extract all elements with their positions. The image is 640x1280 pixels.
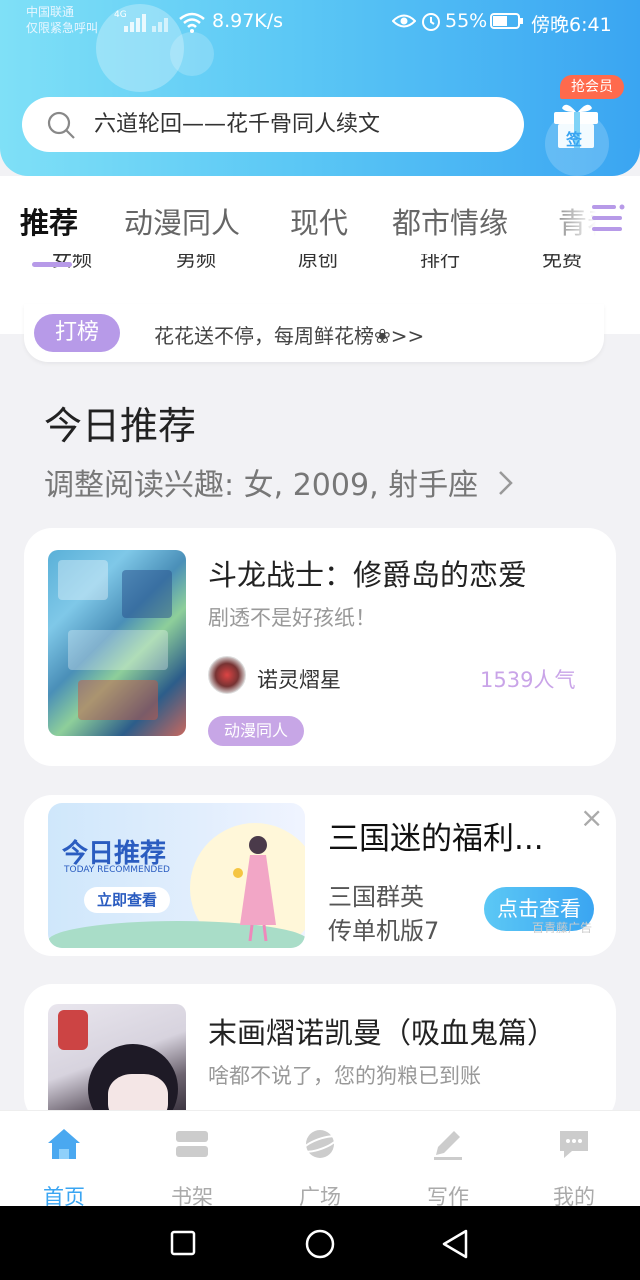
popularity-count: 1539人气: [480, 668, 576, 692]
interest-settings-link[interactable]: 调整阅读兴趣: 女, 2009, 射手座: [44, 460, 516, 504]
nav-mine[interactable]: 我的: [524, 1125, 624, 1209]
tab-indicator: [32, 262, 72, 267]
subtab-ranking[interactable]: 排行: [420, 254, 460, 274]
net-speed: 8.97K/s: [212, 10, 284, 32]
nav-bookshelf[interactable]: 书架: [142, 1125, 242, 1209]
section-title: 今日推荐: [44, 404, 197, 448]
search-bar[interactable]: 六道轮回——花千骨同人续文: [22, 97, 524, 152]
book-card[interactable]: 末画熠诺凯曼（吸血鬼篇） 啥都不说了，您的狗粮已到账: [24, 984, 616, 1124]
header: 中国联通 仅限紧急呼叫 4G 8.97K/s 55% 傍晚6:41 六道轮回——…: [0, 0, 640, 176]
search-input[interactable]: 六道轮回——花千骨同人续文: [94, 97, 380, 152]
book-cover[interactable]: [48, 1004, 186, 1124]
eye-care-icon: [392, 14, 416, 28]
bookshelf-icon: [176, 1131, 208, 1157]
checkin-label: 签: [566, 130, 583, 149]
tab-recommend[interactable]: 推荐: [20, 200, 78, 242]
ad-source: 百青藤广告: [532, 921, 593, 933]
planet-icon: [301, 1130, 339, 1158]
author-avatar[interactable]: [208, 656, 246, 694]
home-circle-icon[interactable]: [304, 1228, 336, 1260]
ad-desc-line1: 三国群英: [328, 883, 424, 911]
ad-desc-line2: 传单机版7: [328, 917, 440, 945]
book-card[interactable]: 斗龙战士：修爵岛的恋爱 剧透不是好孩纸！ 诺灵熠星 1539人气 动漫同人: [24, 528, 616, 766]
alarm-icon: [422, 13, 440, 31]
search-icon: [47, 111, 75, 139]
nav-plaza[interactable]: 广场: [270, 1125, 370, 1209]
tab-modern[interactable]: 现代: [290, 200, 348, 242]
book-title[interactable]: 末画熠诺凯曼（吸血鬼篇）: [208, 1010, 556, 1052]
vip-tag[interactable]: 抢会员: [560, 75, 624, 99]
nav-write[interactable]: 写作: [398, 1125, 498, 1209]
battery-icon: [490, 13, 523, 29]
system-nav-bar: [0, 1206, 640, 1280]
category-menu-icon[interactable]: [590, 202, 626, 236]
notice-badge[interactable]: 打榜: [34, 314, 120, 352]
home-icon: [48, 1129, 80, 1159]
ad-banner[interactable]: 今日推荐 TODAY RECOMMENDED 立即查看: [48, 803, 305, 948]
ad-card[interactable]: 今日推荐 TODAY RECOMMENDED 立即查看 三国迷的福利... 三国…: [24, 795, 616, 956]
status-bar: 中国联通 仅限紧急呼叫 4G 8.97K/s 55% 傍晚6:41: [0, 0, 640, 46]
book-tag[interactable]: 动漫同人: [208, 716, 305, 746]
notice-text[interactable]: 花花送不停，每周鲜花榜❀>>: [154, 320, 424, 349]
ad-banner-subtitle: TODAY RECOMMENDED: [64, 865, 170, 875]
girl-illustration: [233, 836, 276, 942]
tab-urban[interactable]: 都市情缘: [392, 200, 508, 242]
nav-home[interactable]: 首页: [14, 1125, 114, 1209]
carrier-name: 中国联通: [26, 5, 75, 19]
subtab-original[interactable]: 原创: [298, 254, 338, 274]
signal-icon: [124, 14, 168, 32]
carrier-status: 仅限紧急呼叫: [26, 21, 99, 35]
ad-banner-button[interactable]: 立即查看: [84, 887, 170, 913]
chat-bubble-icon: [560, 1131, 588, 1158]
clock: 傍晚6:41: [531, 14, 612, 36]
interest-text: 调整阅读兴趣: 女, 2009, 射手座: [44, 468, 479, 503]
recent-apps-icon[interactable]: [170, 1230, 196, 1256]
back-icon[interactable]: [440, 1228, 470, 1260]
top-tab-bar: 推荐 动漫同人 现代 都市情缘 青春: [0, 176, 640, 266]
book-subtitle: 剧透不是好孩纸！: [208, 606, 376, 630]
tab-anime[interactable]: 动漫同人: [124, 200, 240, 242]
close-icon[interactable]: ×: [580, 801, 603, 834]
bottom-nav: 首页 书架 广场 写作 我的: [0, 1110, 640, 1209]
author-name[interactable]: 诺灵熠星: [257, 664, 341, 694]
ad-title[interactable]: 三国迷的福利...: [328, 813, 544, 858]
book-subtitle: 啥都不说了，您的狗粮已到账: [208, 1064, 481, 1088]
subtab-male[interactable]: 男频: [176, 254, 216, 274]
subtab-free[interactable]: 免费: [542, 254, 582, 274]
pen-icon: [434, 1131, 462, 1160]
book-cover[interactable]: [48, 550, 186, 736]
chevron-right-icon: [498, 471, 513, 495]
wifi-icon: [179, 12, 205, 33]
battery-percent: 55%: [445, 10, 488, 32]
book-title[interactable]: 斗龙战士：修爵岛的恋爱: [208, 552, 527, 594]
notice-bar[interactable]: 打榜 花花送不停，每周鲜花榜❀>>: [24, 304, 604, 362]
